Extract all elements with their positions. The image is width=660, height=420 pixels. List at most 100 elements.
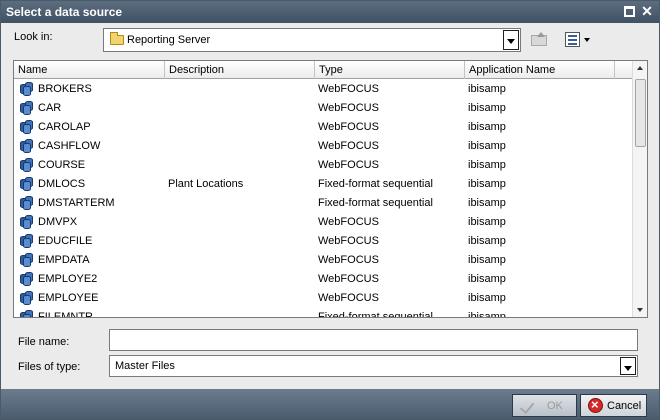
database-icon xyxy=(20,119,34,134)
title-bar: Select a data source ✕ xyxy=(1,1,659,23)
database-icon xyxy=(20,271,34,286)
column-header-type[interactable]: Type xyxy=(315,61,465,79)
ok-button[interactable]: OK xyxy=(512,394,577,417)
table-row[interactable]: EMPLOYE2 WebFOCUS ibisamp xyxy=(14,269,632,288)
database-icon xyxy=(20,81,34,96)
table-row[interactable]: CASHFLOW WebFOCUS ibisamp xyxy=(14,136,632,155)
files-of-type-value: Master Files xyxy=(115,360,175,372)
row-application-name: ibisamp xyxy=(468,216,506,228)
row-type: Fixed-format sequential xyxy=(318,311,433,318)
row-type: WebFOCUS xyxy=(318,235,379,247)
row-name: EMPLOYEE xyxy=(38,292,99,304)
table-row[interactable]: COURSE WebFOCUS ibisamp xyxy=(14,155,632,174)
column-header-description[interactable]: Description xyxy=(165,61,315,79)
row-name: BROKERS xyxy=(38,83,92,95)
row-name: CAR xyxy=(38,102,62,114)
row-application-name: ibisamp xyxy=(468,235,506,247)
row-type: WebFOCUS xyxy=(318,216,379,228)
scroll-thumb[interactable] xyxy=(635,79,646,147)
folder-icon xyxy=(110,32,124,45)
row-description: Plant Locations xyxy=(168,178,244,190)
look-in-dropdown[interactable]: Reporting Server xyxy=(103,28,521,52)
cancel-button[interactable]: Cancel xyxy=(580,394,647,417)
maximize-icon[interactable] xyxy=(624,6,635,17)
row-type: WebFOCUS xyxy=(318,159,379,171)
row-application-name: ibisamp xyxy=(468,254,506,266)
row-type: WebFOCUS xyxy=(318,254,379,266)
row-application-name: ibisamp xyxy=(468,311,506,318)
row-application-name: ibisamp xyxy=(468,102,506,114)
row-type: WebFOCUS xyxy=(318,121,379,133)
look-in-value: Reporting Server xyxy=(127,34,211,46)
table-row[interactable]: EDUCFILE WebFOCUS ibisamp xyxy=(14,231,632,250)
row-application-name: ibisamp xyxy=(468,159,506,171)
row-name: EDUCFILE xyxy=(38,235,93,247)
cancel-icon xyxy=(588,397,603,413)
table-row[interactable]: DMVPX WebFOCUS ibisamp xyxy=(14,212,632,231)
caret-down-icon xyxy=(584,38,590,42)
row-application-name: ibisamp xyxy=(468,121,506,133)
database-icon xyxy=(20,100,34,115)
file-name-input[interactable] xyxy=(109,329,638,351)
table-row[interactable]: CAROLAP WebFOCUS ibisamp xyxy=(14,117,632,136)
row-type: Fixed-format sequential xyxy=(318,197,433,209)
row-type: WebFOCUS xyxy=(318,83,379,95)
row-application-name: ibisamp xyxy=(468,292,506,304)
look-in-label: Look in: xyxy=(14,31,53,43)
files-of-type-label: Files of type: xyxy=(18,361,81,373)
row-type: WebFOCUS xyxy=(318,140,379,152)
scroll-down-arrow-icon[interactable] xyxy=(633,303,647,317)
table-row[interactable]: DMSTARTERM Fixed-format sequential ibisamp xyxy=(14,193,632,212)
row-name: COURSE xyxy=(38,159,86,171)
row-name: DMSTARTERM xyxy=(38,197,115,209)
database-icon xyxy=(20,309,34,317)
column-header-application-name[interactable]: Application Name xyxy=(465,61,615,79)
row-application-name: ibisamp xyxy=(468,83,506,95)
chevron-down-icon[interactable] xyxy=(620,357,636,375)
database-icon xyxy=(20,252,34,267)
row-application-name: ibisamp xyxy=(468,140,506,152)
list-view-icon xyxy=(565,32,580,47)
database-icon xyxy=(20,138,34,153)
vertical-scrollbar[interactable] xyxy=(632,61,647,317)
row-type: WebFOCUS xyxy=(318,273,379,285)
scroll-up-arrow-icon[interactable] xyxy=(633,61,647,75)
row-type: Fixed-format sequential xyxy=(318,178,433,190)
table-row[interactable]: EMPDATA WebFOCUS ibisamp xyxy=(14,250,632,269)
chevron-down-icon[interactable] xyxy=(503,30,519,50)
row-name: FILEMNTR xyxy=(38,311,93,318)
select-data-source-dialog: Select a data source ✕ Look in: Reportin… xyxy=(0,0,660,420)
database-icon xyxy=(20,233,34,248)
database-icon xyxy=(20,290,34,305)
row-name: CASHFLOW xyxy=(38,140,101,152)
column-header-name[interactable]: Name xyxy=(14,61,165,79)
row-application-name: ibisamp xyxy=(468,197,506,209)
data-source-list: Name Description Type Application Name B… xyxy=(13,60,648,318)
up-folder-icon[interactable] xyxy=(531,32,547,46)
database-icon xyxy=(20,195,34,210)
database-icon xyxy=(20,176,34,191)
close-icon[interactable]: ✕ xyxy=(641,4,653,18)
row-name: DMVPX xyxy=(38,216,78,228)
column-header-row: Name Description Type Application Name xyxy=(14,61,632,79)
database-icon xyxy=(20,157,34,172)
row-name: EMPLOYE2 xyxy=(38,273,98,285)
table-row[interactable]: DMLOCS Plant Locations Fixed-format sequen… xyxy=(14,174,632,193)
row-name: EMPDATA xyxy=(38,254,90,266)
row-type: WebFOCUS xyxy=(318,292,379,304)
row-name: CAROLAP xyxy=(38,121,91,133)
table-row[interactable]: BROKERS WebFOCUS ibisamp xyxy=(14,79,632,98)
view-menu-button[interactable] xyxy=(565,32,593,48)
checkmark-icon xyxy=(519,400,539,412)
row-type: WebFOCUS xyxy=(318,102,379,114)
table-row[interactable]: EMPLOYEE WebFOCUS ibisamp xyxy=(14,288,632,307)
table-row[interactable]: CAR WebFOCUS ibisamp xyxy=(14,98,632,117)
row-name: DMLOCS xyxy=(38,178,86,190)
dialog-title: Select a data source xyxy=(6,5,123,19)
file-name-label: File name: xyxy=(18,336,70,348)
row-application-name: ibisamp xyxy=(468,178,506,190)
database-icon xyxy=(20,214,34,229)
files-of-type-dropdown[interactable]: Master Files xyxy=(109,355,638,377)
table-row[interactable]: FILEMNTR Fixed-format sequential ibisamp xyxy=(14,307,632,318)
row-application-name: ibisamp xyxy=(468,273,506,285)
